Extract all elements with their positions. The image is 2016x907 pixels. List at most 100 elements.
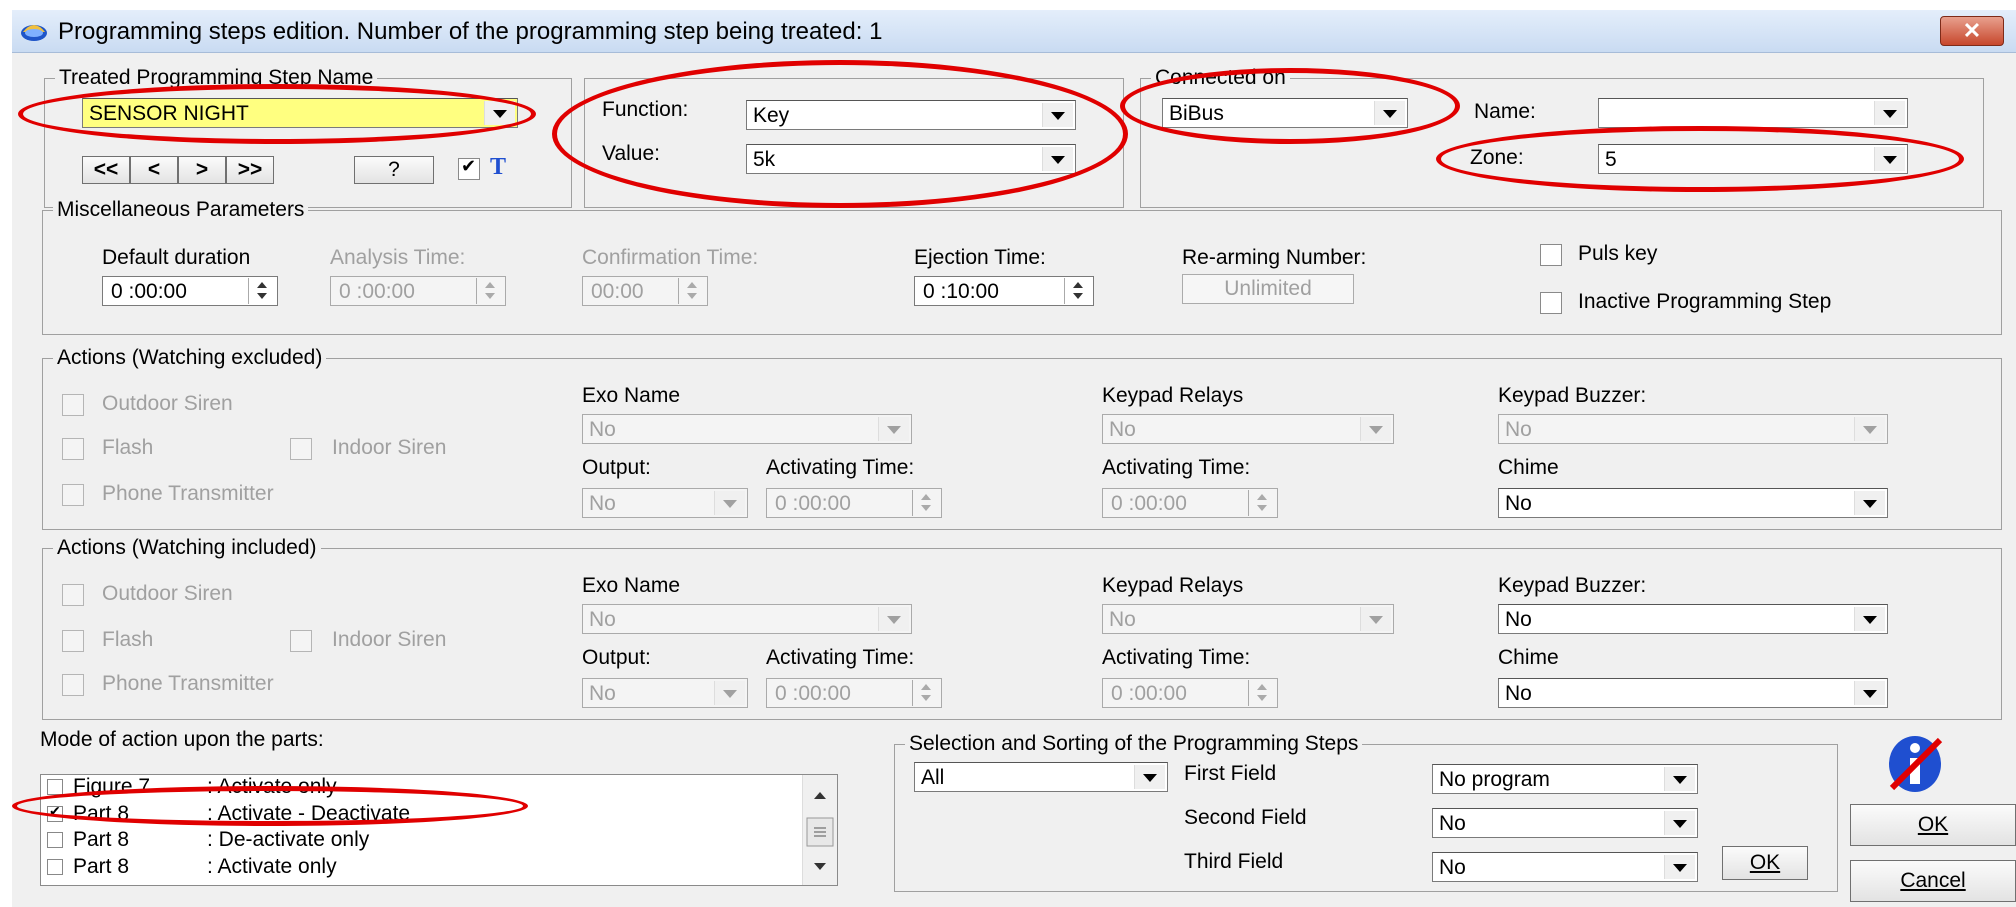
- zone-value: 5: [1605, 148, 1617, 171]
- excluded-outdoor-siren-label: Outdoor Siren: [102, 392, 233, 415]
- list-item-checkbox[interactable]: [47, 859, 63, 875]
- list-item-action: : Activate only: [207, 775, 337, 798]
- third-field-value: No: [1439, 856, 1466, 879]
- third-field-label: Third Field: [1184, 850, 1284, 873]
- inactive-step-label[interactable]: Inactive Programming Step: [1578, 290, 1831, 314]
- spin-arrows-icon: [1248, 680, 1275, 706]
- chevron-down-icon[interactable]: [1854, 491, 1885, 515]
- excluded-chime-value: No: [1505, 492, 1532, 515]
- title-bar: Programming steps edition. Number of the…: [12, 10, 2016, 53]
- ejection-time-value: 0 :10:00: [923, 280, 999, 303]
- excluded-keypad-buzzer-value: No: [1505, 418, 1532, 441]
- chevron-down-icon[interactable]: [1874, 101, 1905, 125]
- zone-combo[interactable]: 5: [1598, 144, 1908, 174]
- t-toggle[interactable]: T: [490, 154, 506, 181]
- list-scrollbar[interactable]: [802, 775, 837, 885]
- list-item-checkbox[interactable]: [47, 803, 63, 822]
- second-field-combo[interactable]: No: [1432, 808, 1698, 838]
- excluded-chime-combo[interactable]: No: [1498, 488, 1888, 518]
- included-keypad-relays-label: Keypad Relays: [1102, 574, 1244, 597]
- next-step-button[interactable]: >: [178, 156, 226, 184]
- chevron-down-icon[interactable]: [1042, 103, 1073, 127]
- step-enabled-checkbox[interactable]: [458, 156, 480, 180]
- last-step-button[interactable]: >>: [226, 156, 274, 184]
- puls-key-checkbox[interactable]: [1540, 244, 1562, 266]
- excluded-relay-activating-time-label: Activating Time:: [1102, 456, 1251, 479]
- first-field-combo[interactable]: No program: [1432, 764, 1698, 794]
- spin-arrows-icon: [476, 278, 503, 304]
- chevron-down-icon[interactable]: [1134, 765, 1165, 789]
- chevron-down-icon[interactable]: [1854, 681, 1885, 705]
- confirmation-time-label: Confirmation Time:: [582, 246, 759, 269]
- filter-combo[interactable]: All: [914, 762, 1168, 792]
- first-field-value: No program: [1439, 768, 1550, 791]
- included-indoor-siren-checkbox: [290, 630, 312, 652]
- list-item-action: : Activate only: [207, 855, 337, 878]
- chevron-down-icon[interactable]: [1854, 607, 1885, 631]
- value-combo[interactable]: 5k: [746, 144, 1076, 174]
- included-flash-checkbox: [62, 630, 84, 652]
- chevron-down-icon[interactable]: [484, 101, 515, 125]
- selection-ok-button[interactable]: OK: [1722, 846, 1808, 880]
- programming-steps-dialog: Programming steps edition. Number of the…: [12, 10, 2016, 907]
- list-item-part: Part 8: [73, 828, 130, 851]
- excluded-activating-time-label: Activating Time:: [766, 456, 915, 479]
- info-icon[interactable]: [1870, 732, 1960, 796]
- chevron-down-icon: [878, 417, 909, 441]
- list-item-action: : Activate - Deactivate: [207, 802, 411, 825]
- second-field-label: Second Field: [1184, 806, 1307, 829]
- close-button[interactable]: ✕: [1940, 16, 2004, 46]
- spin-arrows-icon: [912, 680, 939, 706]
- chevron-down-icon[interactable]: [1664, 811, 1695, 835]
- value-value: 5k: [753, 148, 776, 171]
- bus-combo[interactable]: BiBus: [1162, 98, 1408, 128]
- excluded-phone-transmitter-label: Phone Transmitter: [102, 482, 274, 505]
- spin-arrows-icon[interactable]: [248, 278, 275, 304]
- excluded-activating-time-value: 0 :00:00: [775, 492, 851, 515]
- included-indoor-siren-label: Indoor Siren: [332, 628, 447, 651]
- mode-of-action-list[interactable]: Figure 7 : Activate only Part 8 : Activa…: [40, 774, 838, 886]
- list-item-action: : De-activate only: [207, 828, 370, 851]
- excluded-relay-activating-time-value: 0 :00:00: [1111, 492, 1187, 515]
- rearming-number-field: Unlimited: [1182, 274, 1354, 304]
- ejection-time-spinner[interactable]: 0 :10:00: [914, 276, 1094, 306]
- excluded-keypad-buzzer-label: Keypad Buzzer:: [1498, 384, 1647, 407]
- chevron-down-icon[interactable]: [1374, 101, 1405, 125]
- excluded-output-value: No: [589, 492, 616, 515]
- previous-step-button[interactable]: <: [130, 156, 178, 184]
- help-button[interactable]: ?: [354, 156, 434, 184]
- excluded-keypad-buzzer-combo: No: [1498, 414, 1888, 444]
- list-item-checkbox[interactable]: [47, 832, 63, 848]
- chevron-down-icon[interactable]: [1664, 855, 1695, 879]
- list-item-checkbox[interactable]: [47, 779, 63, 795]
- chevron-down-icon: [1360, 417, 1391, 441]
- ok-button[interactable]: OK: [1850, 804, 2016, 846]
- included-keypad-buzzer-combo[interactable]: No: [1498, 604, 1888, 634]
- chevron-down-icon[interactable]: [1042, 147, 1073, 171]
- name-combo[interactable]: [1598, 98, 1908, 128]
- misc-parameters-group: Miscellaneous Parameters: [42, 198, 2002, 335]
- scroll-thumb-grip-icon[interactable]: [806, 817, 834, 847]
- default-duration-spinner[interactable]: 0 :00:00: [102, 276, 278, 306]
- inactive-step-checkbox[interactable]: [1540, 292, 1562, 314]
- included-chime-combo[interactable]: No: [1498, 678, 1888, 708]
- excluded-exo-name-label: Exo Name: [582, 384, 681, 407]
- function-combo[interactable]: Key: [746, 100, 1076, 130]
- second-field-value: No: [1439, 812, 1466, 835]
- excluded-phone-transmitter-checkbox: [62, 484, 84, 506]
- puls-key-label[interactable]: Puls key: [1578, 242, 1657, 266]
- spin-arrows-icon[interactable]: [1064, 278, 1091, 304]
- excluded-outdoor-siren-checkbox: [62, 394, 84, 416]
- included-phone-transmitter-label: Phone Transmitter: [102, 672, 274, 695]
- included-phone-transmitter-checkbox: [62, 674, 84, 696]
- background-strip: [0, 0, 2016, 10]
- cancel-button[interactable]: Cancel: [1850, 860, 2016, 902]
- chevron-down-icon[interactable]: [1874, 147, 1905, 171]
- chevron-down-icon[interactable]: [1664, 767, 1695, 791]
- first-step-button[interactable]: <<: [82, 156, 130, 184]
- scroll-up-icon[interactable]: [803, 779, 837, 809]
- excluded-relay-activating-time-spinner: 0 :00:00: [1102, 488, 1278, 518]
- third-field-combo[interactable]: No: [1432, 852, 1698, 882]
- scroll-down-icon[interactable]: [803, 853, 837, 883]
- step-name-combo[interactable]: SENSOR NIGHT: [82, 98, 518, 128]
